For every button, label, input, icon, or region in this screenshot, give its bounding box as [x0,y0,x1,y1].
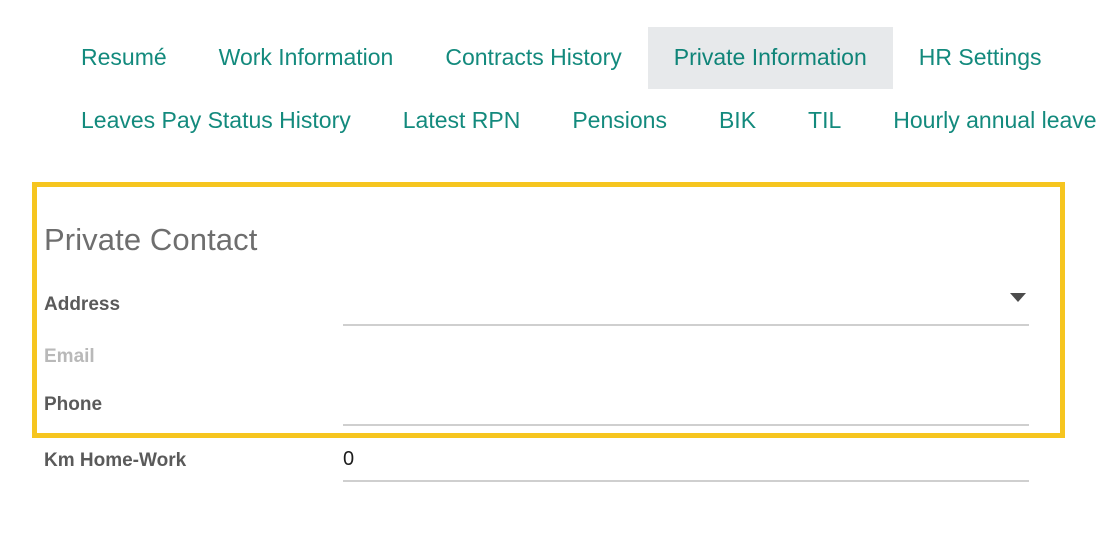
phone-label: Phone [44,394,103,415]
tab-pensions[interactable]: Pensions [546,90,693,152]
tab-latest-rpn[interactable]: Latest RPN [377,90,547,152]
chevron-down-icon[interactable] [1010,293,1026,302]
phone-control[interactable] [343,390,1029,426]
tab-hourly-annual-leave[interactable]: Hourly annual leave [867,90,1114,152]
address-label: Address [44,294,121,315]
km-home-work-control[interactable] [343,446,1029,482]
tab-resume[interactable]: Resumé [55,27,193,89]
email-input[interactable] [343,342,1029,368]
tab-work-information[interactable]: Work Information [193,27,420,89]
address-control[interactable] [343,290,1029,326]
tab-private-information[interactable]: Private Information [647,27,893,89]
field-row-phone: Phone [44,390,1034,438]
field-row-address: Address [44,290,1034,338]
tab-bik[interactable]: BIK [693,90,782,152]
email-control[interactable] [343,342,1029,378]
field-row-km-home-work: Km Home-Work [44,446,1034,494]
tab-til[interactable]: TIL [782,90,867,152]
notebook-tabbar: Resumé Work Information Contracts Histor… [0,0,1114,152]
km-home-work-input[interactable] [343,446,1029,472]
tab-contracts-history[interactable]: Contracts History [419,27,647,89]
private-contact-group-title: Private Contact [44,222,258,257]
email-label: Email [44,346,95,367]
address-input[interactable] [343,290,1029,316]
notebook-tab-row-2: Leaves Pay Status History Latest RPN Pen… [0,90,1114,152]
tab-leaves-pay-status-history[interactable]: Leaves Pay Status History [55,90,377,152]
notebook-tab-row-1: Resumé Work Information Contracts Histor… [0,27,1114,89]
tab-hr-settings[interactable]: HR Settings [893,27,1068,89]
km-home-work-label: Km Home-Work [44,450,187,471]
phone-input[interactable] [343,390,1029,416]
field-row-email: Email [44,342,1034,390]
